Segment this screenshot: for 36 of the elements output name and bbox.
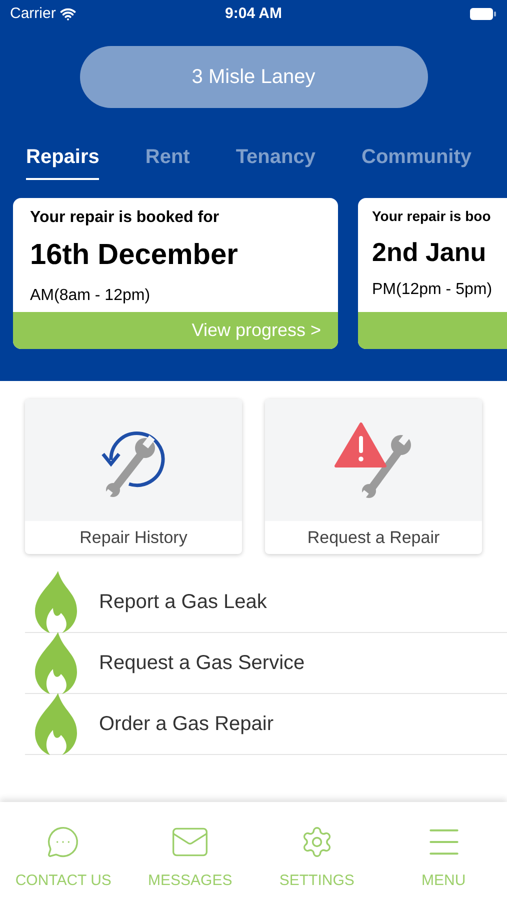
chat-bubble-icon (46, 825, 80, 859)
battery-icon (469, 7, 497, 21)
carrier-label: Carrier (10, 4, 56, 24)
tab-bar-item[interactable]: MENU (380, 802, 507, 900)
flame-icon (33, 571, 79, 633)
flame-icon (33, 693, 79, 755)
property-selector[interactable]: 3 Misle Laney (80, 46, 428, 108)
wifi-icon (60, 6, 76, 22)
gas-action-row[interactable]: Order a Gas Repair (25, 694, 507, 755)
booking-card[interactable]: Your repair is boo 2nd Janu PM(12pm - 5pm) (358, 198, 507, 349)
booking-time-slot: AM(8am - 12pm) (30, 284, 321, 308)
tile-label: Repair History (80, 526, 188, 549)
tile-label: Request a Repair (307, 526, 440, 549)
tab[interactable]: Tenancy (236, 142, 316, 180)
booking-card[interactable]: Your repair is booked for 16th December AM(8am - 12pm) View progress > (13, 198, 338, 349)
gas-action-label: Report a Gas Leak (99, 590, 267, 615)
booking-time-slot: PM(12pm - 5pm) (372, 278, 492, 302)
tab-bar-item[interactable]: SETTINGS (254, 802, 380, 900)
booking-heading: Your repair is boo (372, 207, 491, 226)
flame-icon (33, 632, 79, 694)
clock: 9:04 AM (225, 4, 282, 24)
repair-tile[interactable]: Request a Repair (265, 399, 482, 554)
booking-date: 16th December (30, 238, 239, 273)
tab-bar-item[interactable]: MESSAGES (126, 802, 254, 900)
booking-date: 2nd Janu (372, 236, 486, 269)
tab-bar-item[interactable]: CONTACT US (0, 802, 127, 900)
gas-action-label: Order a Gas Repair (99, 712, 274, 737)
tab[interactable]: Rent (145, 142, 190, 180)
gas-action-row[interactable]: Request a Gas Service (25, 633, 507, 694)
booking-heading: Your repair is booked for (30, 208, 220, 228)
tab[interactable]: Repairs (26, 142, 100, 180)
gas-action-label: Request a Gas Service (99, 651, 305, 676)
gas-action-row[interactable]: Report a Gas Leak (25, 572, 507, 633)
repair-tile[interactable]: Repair History (25, 399, 242, 554)
tab[interactable]: Community (362, 142, 472, 180)
view-progress-link[interactable]: View progress > (192, 317, 321, 344)
